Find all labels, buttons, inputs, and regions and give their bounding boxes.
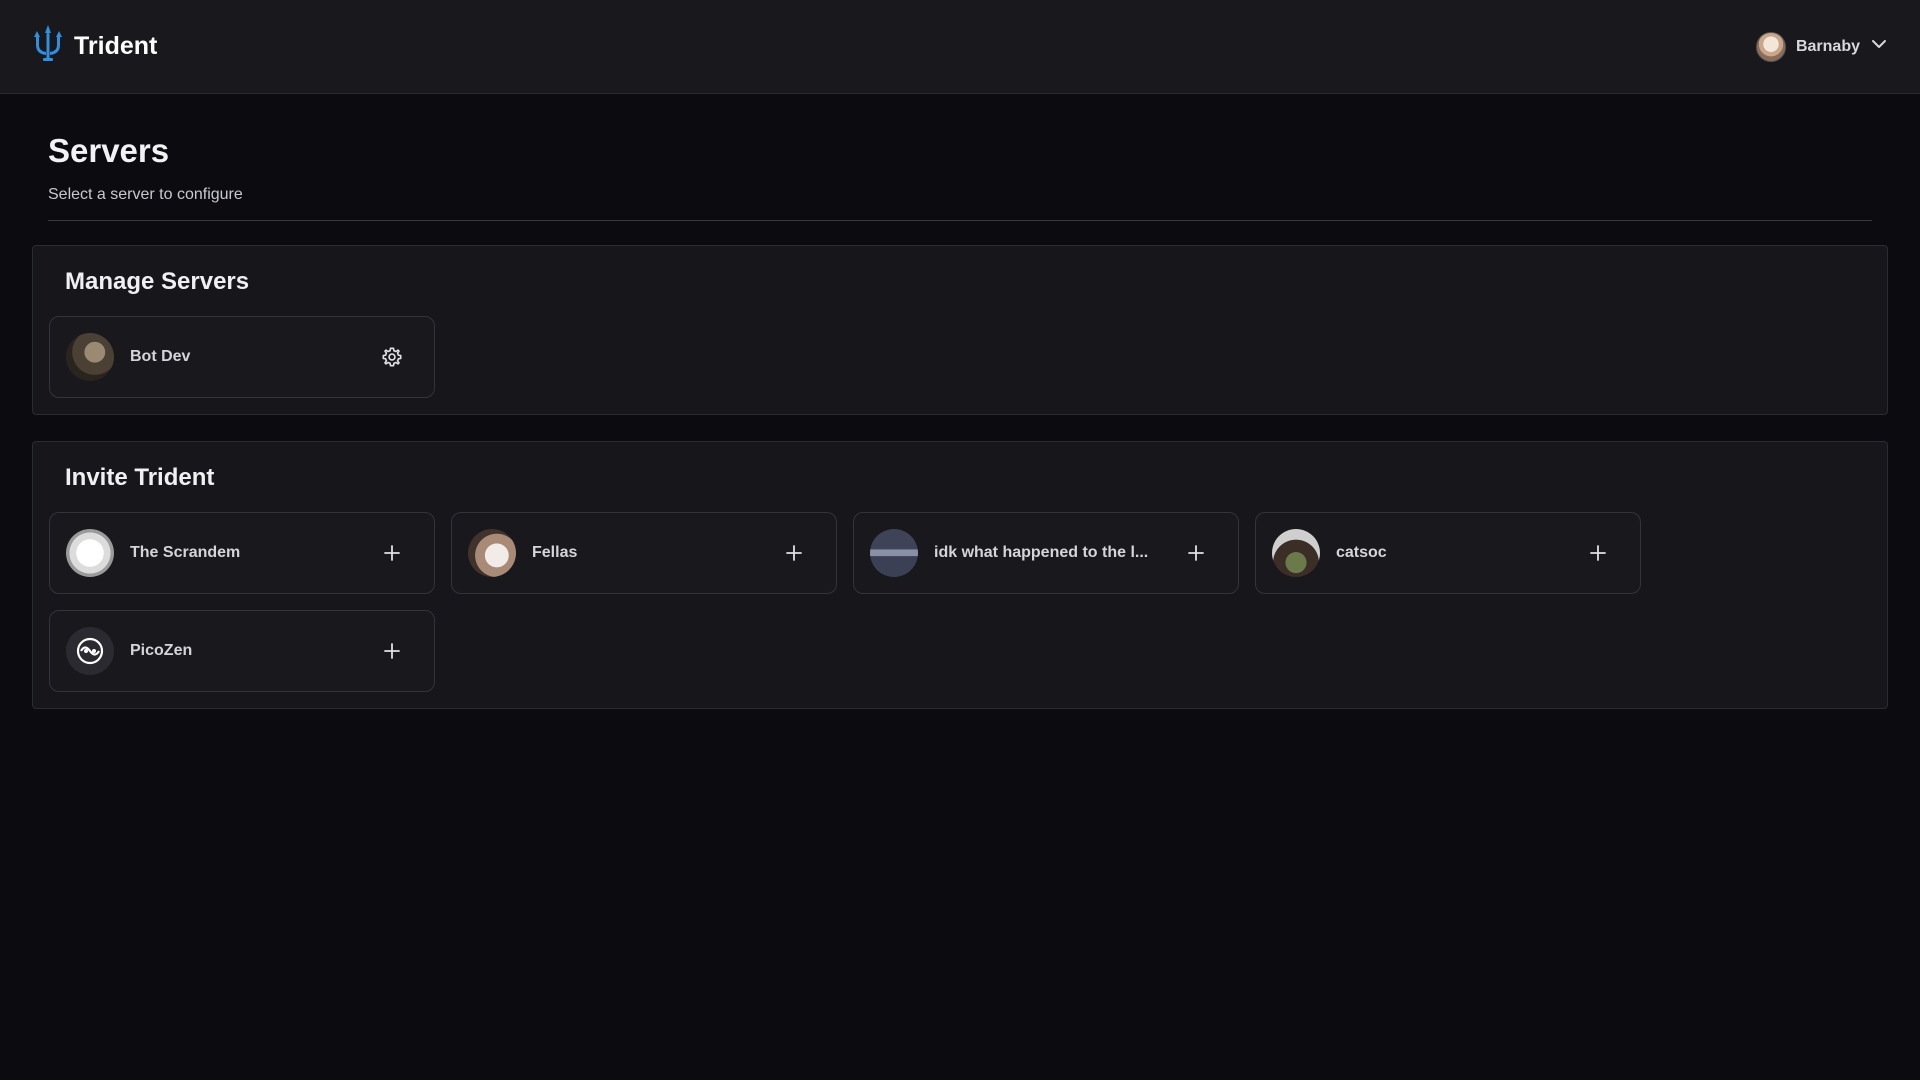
- brand-name: Trident: [74, 32, 158, 60]
- section-title: Invite Trident: [65, 464, 215, 491]
- server-name: The Scrandem: [130, 544, 241, 561]
- server-name: Fellas: [532, 544, 578, 561]
- top-navbar: Trident Barnaby: [0, 0, 1920, 94]
- server-avatar: [468, 529, 516, 577]
- invite-server-list: The Scrandem Fellas idk what happened to…: [49, 512, 1669, 692]
- server-avatar: [870, 529, 918, 577]
- plus-icon[interactable]: [374, 633, 410, 669]
- server-avatar: [66, 627, 114, 675]
- trident-logo-icon: [32, 25, 64, 68]
- section-title: Manage Servers: [65, 268, 250, 295]
- plus-icon[interactable]: [374, 535, 410, 571]
- main-content: Servers Select a server to configure: [48, 132, 1872, 221]
- server-name: Bot Dev: [130, 348, 191, 365]
- server-name: idk what happened to the l...: [934, 544, 1149, 561]
- manage-server-list: Bot Dev: [49, 316, 1669, 398]
- manage-servers-section: Manage Servers Bot Dev: [32, 245, 1888, 415]
- server-card-catsoc[interactable]: catsoc: [1255, 512, 1641, 594]
- page-title: Servers: [48, 132, 170, 169]
- server-card-fellas[interactable]: Fellas: [451, 512, 837, 594]
- server-name: PicoZen: [130, 642, 193, 659]
- server-avatar: [66, 529, 114, 577]
- server-avatar: [66, 333, 114, 381]
- gear-icon[interactable]: [374, 339, 410, 375]
- invite-trident-section: Invite Trident The Scrandem Fellas idk w…: [32, 441, 1888, 709]
- brand[interactable]: Trident: [32, 25, 157, 68]
- server-card-idk[interactable]: idk what happened to the l...: [853, 512, 1239, 594]
- user-menu[interactable]: Barnaby: [1755, 31, 1888, 62]
- user-avatar: [1755, 31, 1786, 62]
- chevron-down-icon: [1870, 35, 1888, 58]
- plus-icon[interactable]: [1580, 535, 1616, 571]
- user-name: Barnaby: [1795, 37, 1860, 55]
- server-card-bot-dev[interactable]: Bot Dev: [49, 316, 435, 398]
- picozen-logo-icon: [76, 637, 104, 665]
- page-subtitle: Select a server to configure: [48, 186, 243, 203]
- plus-icon[interactable]: [776, 535, 812, 571]
- server-card-picozen[interactable]: PicoZen: [49, 610, 435, 692]
- plus-icon[interactable]: [1178, 535, 1214, 571]
- server-card-the-scrandem[interactable]: The Scrandem: [49, 512, 435, 594]
- server-name: catsoc: [1336, 544, 1387, 561]
- divider: [48, 220, 1872, 221]
- server-avatar: [1272, 529, 1320, 577]
